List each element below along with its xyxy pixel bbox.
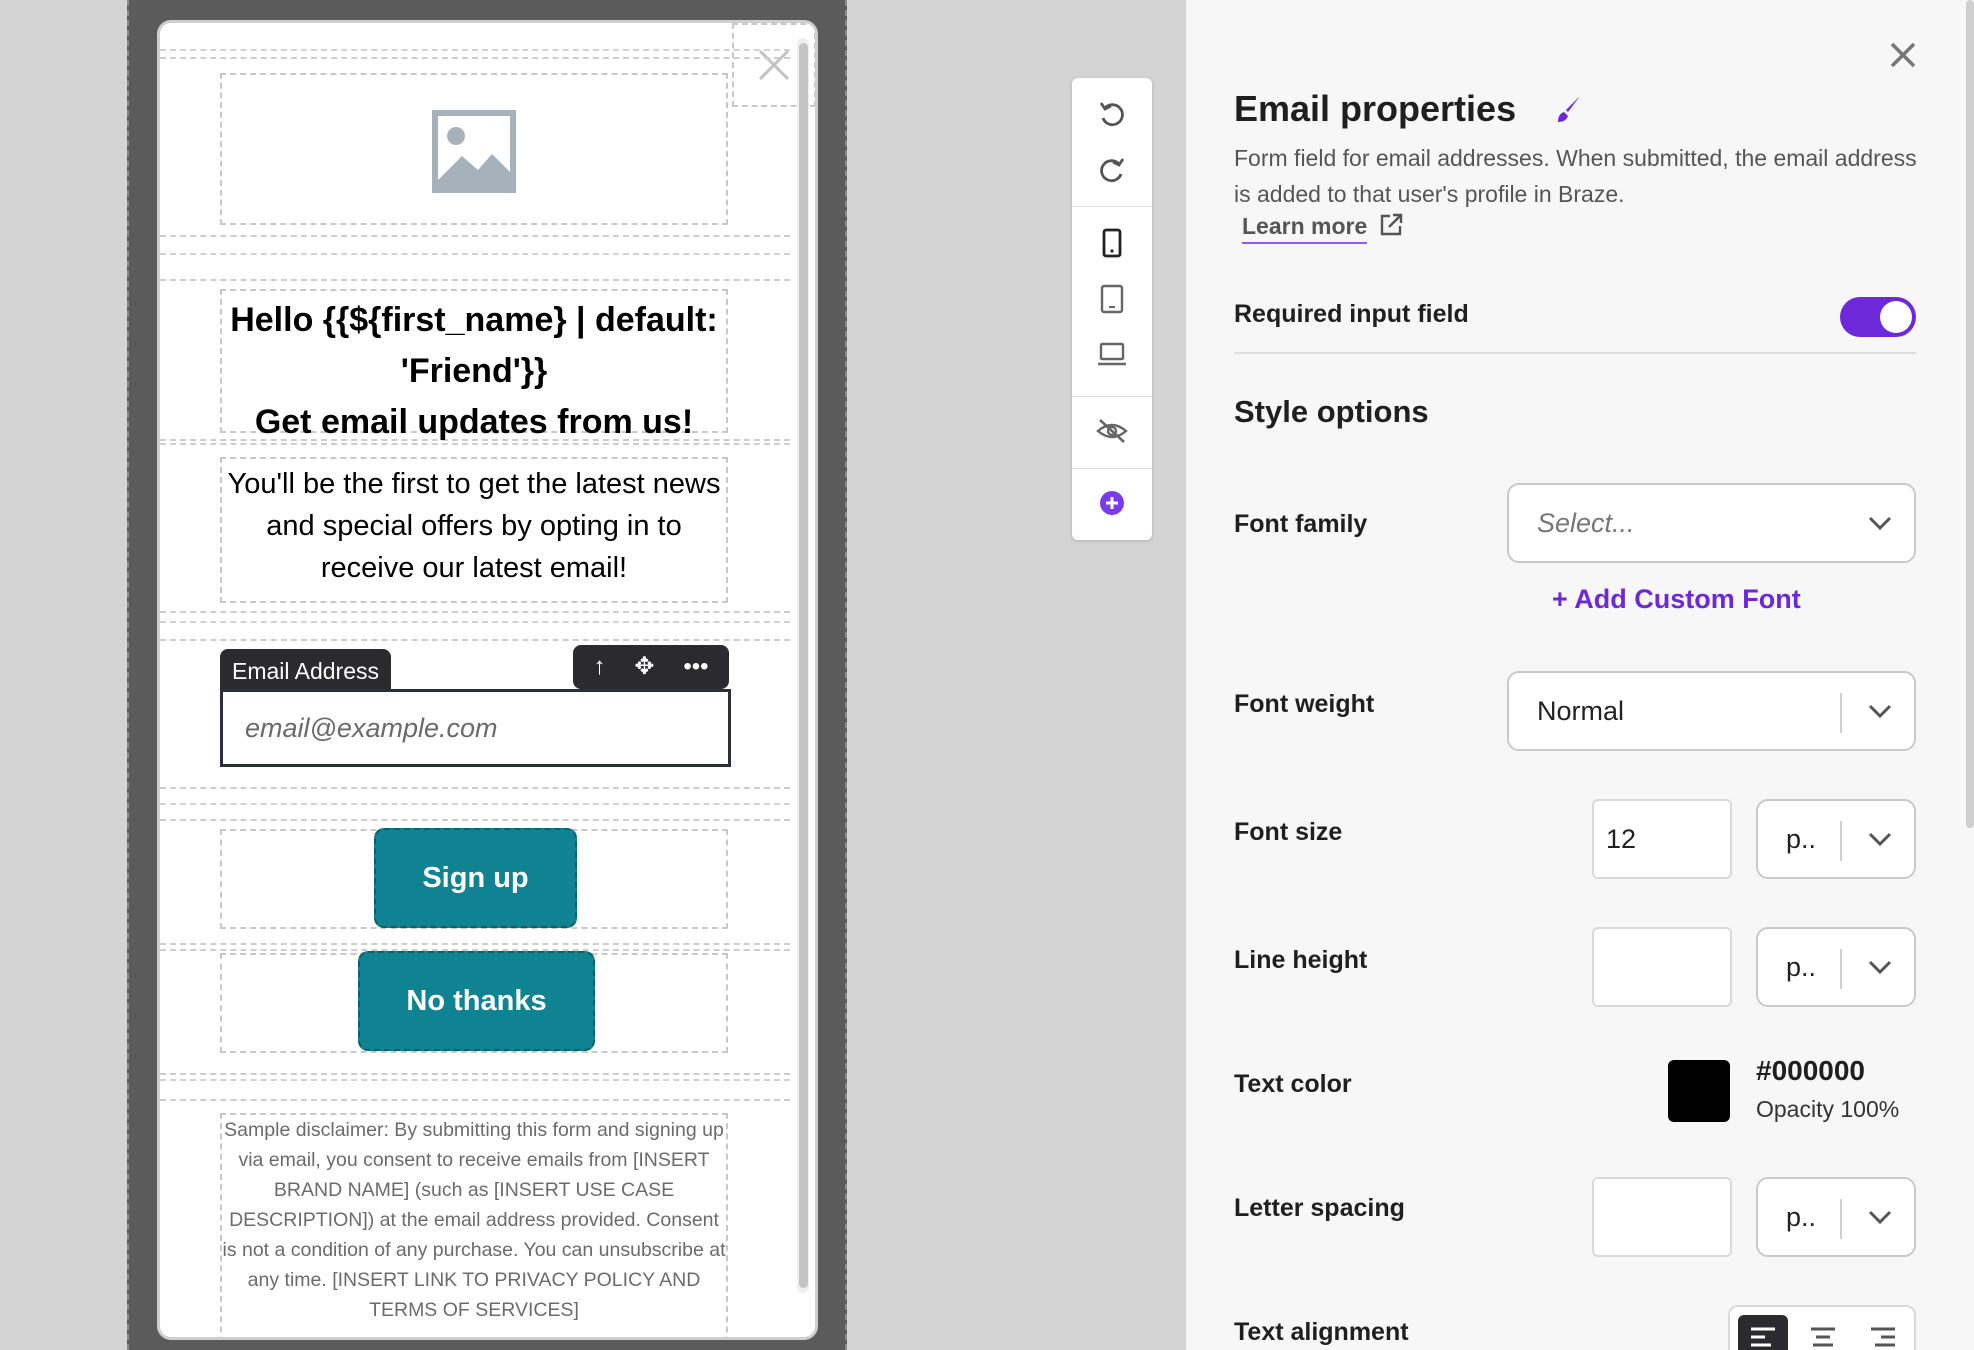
row-divider: [160, 621, 790, 623]
disclaimer-text: Sample disclaimer: By submitting this fo…: [222, 1119, 726, 1321]
close-icon: [1890, 42, 1916, 68]
redo-icon: [1100, 158, 1125, 183]
text-color-opacity: Opacity 100%: [1756, 1096, 1900, 1122]
unit-value: p..: [1786, 952, 1817, 982]
align-right-icon: [1871, 1327, 1895, 1347]
panel-description: Form field for email addresses. When sub…: [1234, 145, 1917, 207]
letter-spacing-unit-select[interactable]: p..: [1756, 1177, 1916, 1257]
subtext: You'll be the first to get the latest ne…: [227, 468, 721, 584]
tablet-icon: [1100, 284, 1124, 314]
font-weight-value: Normal: [1537, 696, 1625, 726]
font-size-unit-select[interactable]: p..: [1756, 799, 1916, 879]
toggle-knob: [1880, 301, 1912, 333]
signup-button[interactable]: Sign up: [374, 828, 577, 928]
toolbar-divider: [1072, 468, 1152, 469]
align-right-button[interactable]: [1858, 1315, 1908, 1350]
letter-spacing-input[interactable]: [1592, 1177, 1732, 1257]
chevron-down-icon: [1868, 960, 1892, 974]
unit-value: p..: [1786, 824, 1817, 854]
move-up-icon[interactable]: ↑: [593, 645, 605, 689]
canvas-toolbar: [1072, 78, 1152, 540]
align-center-icon: [1811, 1327, 1835, 1347]
headline-line: 'Friend'}}: [400, 352, 548, 390]
tablet-view-button[interactable]: [1072, 274, 1152, 324]
drag-handle-icon[interactable]: ✥: [634, 645, 654, 689]
line-height-label: Line height: [1234, 946, 1368, 974]
chevron-down-icon: [1868, 1210, 1892, 1224]
add-icon: [1100, 491, 1124, 515]
unit-value: p..: [1786, 1202, 1817, 1232]
undo-icon: [1099, 102, 1124, 127]
letter-spacing-label: Letter spacing: [1234, 1194, 1405, 1222]
style-options-heading: Style options: [1234, 394, 1429, 429]
chevron-down-icon: [1868, 704, 1892, 718]
font-weight-select[interactable]: Normal: [1507, 671, 1916, 751]
toolbar-divider: [1072, 396, 1152, 397]
desktop-view-button[interactable]: [1072, 330, 1152, 380]
select-separator: [1840, 1199, 1842, 1239]
desktop-icon: [1098, 342, 1126, 366]
select-separator: [1840, 693, 1842, 733]
learn-more-link[interactable]: Learn more: [1242, 213, 1368, 244]
text-color-swatch[interactable]: [1668, 1060, 1730, 1122]
text-color-hex: #000000: [1756, 1055, 1866, 1086]
preview-scrollbar-thumb[interactable]: [799, 43, 808, 1288]
required-toggle[interactable]: [1840, 297, 1916, 337]
panel-close-button[interactable]: [1888, 40, 1918, 70]
panel-scrollbar[interactable]: [1966, 0, 1974, 828]
font-weight-label: Font weight: [1234, 690, 1375, 718]
font-family-select[interactable]: Select...: [1507, 483, 1916, 563]
more-options-icon[interactable]: •••: [683, 645, 708, 689]
text-color-label: Text color: [1234, 1070, 1352, 1098]
required-label: Required input field: [1234, 300, 1469, 328]
chevron-down-icon: [1868, 832, 1892, 846]
row-divider: [160, 49, 790, 51]
text-alignment-group: [1728, 1305, 1916, 1350]
mobile-view-button[interactable]: [1072, 218, 1152, 268]
line-height-unit-select[interactable]: p..: [1756, 927, 1916, 1007]
redo-button[interactable]: [1072, 146, 1152, 196]
email-field-label: Email Address: [220, 649, 392, 693]
undo-button[interactable]: [1072, 90, 1152, 140]
align-center-button[interactable]: [1798, 1315, 1848, 1350]
email-input[interactable]: email@example.com: [220, 689, 731, 767]
row-divider: [160, 1079, 790, 1081]
panel-divider: [1234, 352, 1916, 354]
select-separator: [1840, 821, 1842, 861]
block-toolbar: ↑ ✥ •••: [573, 645, 729, 689]
mobile-icon: [1102, 228, 1122, 258]
hide-button[interactable]: [1072, 406, 1152, 456]
form-modal: Hello {{${first_name} | default: 'Friend…: [157, 20, 818, 1340]
font-family-label: Font family: [1234, 510, 1368, 538]
chevron-down-icon: [1868, 516, 1892, 530]
text-alignment-label: Text alignment: [1234, 1318, 1409, 1346]
row-divider: [160, 253, 790, 255]
align-left-icon: [1751, 1327, 1775, 1347]
panel-title: Email properties: [1234, 88, 1517, 129]
toolbar-divider: [1072, 206, 1152, 207]
headline-line: Hello {{${first_name} | default:: [230, 301, 718, 339]
hide-icon: [1096, 419, 1128, 443]
row-divider: [160, 803, 790, 805]
font-size-input[interactable]: 12: [1592, 799, 1732, 879]
line-height-input[interactable]: [1592, 927, 1732, 1007]
headline-text: Hello {{${first_name} | default: 'Friend…: [220, 295, 728, 448]
image-placeholder-icon: [432, 110, 516, 193]
paintbrush-icon: [1558, 96, 1580, 122]
align-left-button[interactable]: [1738, 1315, 1788, 1350]
select-separator: [1840, 949, 1842, 989]
headline-line: Get email updates from us!: [254, 403, 694, 441]
add-custom-font-link[interactable]: + Add Custom Font: [1552, 584, 1801, 615]
nothanks-button[interactable]: No thanks: [358, 951, 595, 1051]
font-size-label: Font size: [1234, 818, 1343, 846]
font-family-placeholder: Select...: [1537, 508, 1635, 538]
add-block-button[interactable]: [1072, 478, 1152, 528]
external-link-icon[interactable]: [1378, 212, 1404, 238]
